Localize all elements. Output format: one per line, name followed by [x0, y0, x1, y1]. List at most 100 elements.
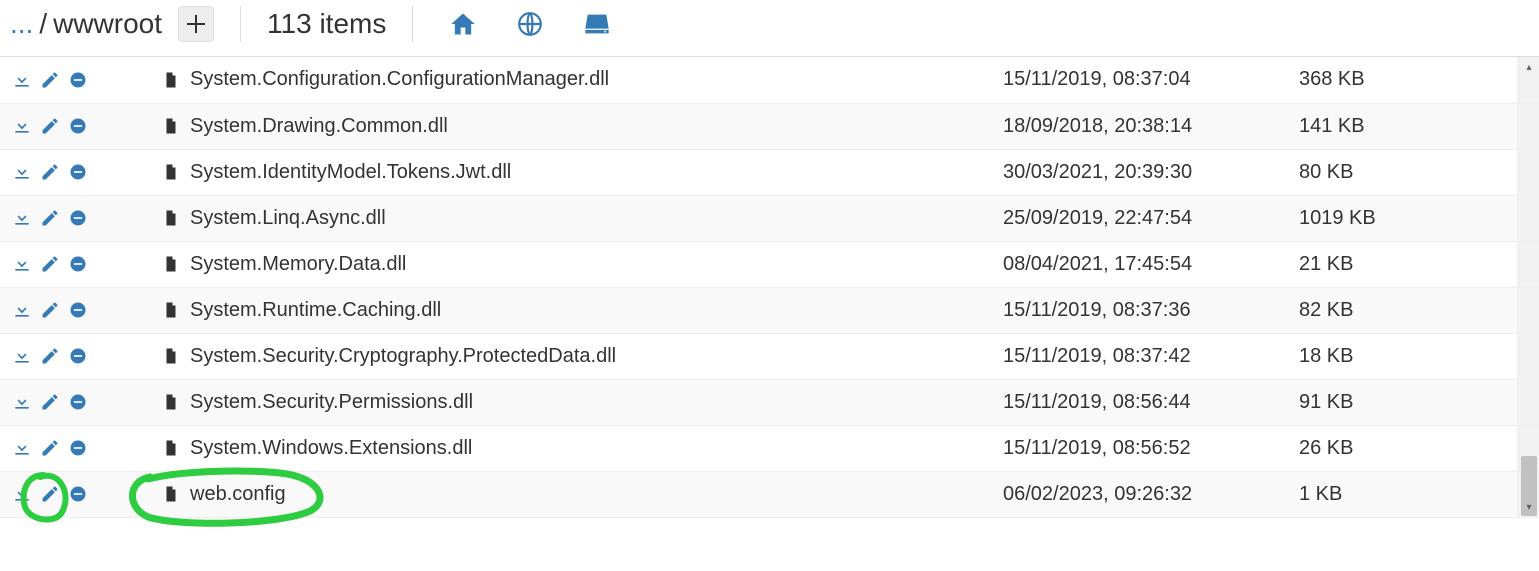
edit-icon[interactable]	[40, 484, 60, 504]
disk-icon[interactable]	[583, 10, 611, 38]
file-name: System.Windows.Extensions.dll	[190, 437, 472, 460]
file-date: 15/11/2019, 08:37:04	[991, 57, 1287, 103]
delete-icon[interactable]	[68, 438, 88, 458]
file-size: 141 KB	[1287, 103, 1517, 149]
divider	[412, 6, 413, 42]
scrollbar-track[interactable]	[1517, 195, 1539, 241]
download-icon[interactable]	[12, 438, 32, 458]
breadcrumb-folder[interactable]: wwwroot	[53, 8, 162, 40]
edit-icon[interactable]	[40, 254, 60, 274]
file-name: System.Drawing.Common.dll	[190, 115, 448, 138]
file-name: System.Security.Permissions.dll	[190, 391, 473, 414]
delete-icon[interactable]	[68, 116, 88, 136]
file-name: web.config	[190, 483, 286, 506]
file-icon	[162, 484, 180, 504]
table-row[interactable]: System.Memory.Data.dll 08/04/2021, 17:45:…	[0, 241, 1539, 287]
scrollbar-track[interactable]	[1517, 333, 1539, 379]
file-icon	[162, 70, 180, 90]
download-icon[interactable]	[12, 116, 32, 136]
edit-icon[interactable]	[40, 116, 60, 136]
file-size: 1019 KB	[1287, 195, 1517, 241]
delete-icon[interactable]	[68, 300, 88, 320]
delete-icon[interactable]	[68, 70, 88, 90]
table-row[interactable]: System.Configuration.ConfigurationManage…	[0, 57, 1539, 103]
scroll-up-arrow[interactable]: ▴	[1521, 59, 1537, 75]
file-name: System.Runtime.Caching.dll	[190, 299, 441, 322]
delete-icon[interactable]	[68, 208, 88, 228]
delete-icon[interactable]	[68, 392, 88, 412]
scroll-down-arrow[interactable]: ▾	[1521, 500, 1537, 516]
download-icon[interactable]	[12, 254, 32, 274]
divider	[240, 6, 241, 42]
file-icon	[162, 162, 180, 182]
scrollbar-track[interactable]	[1517, 379, 1539, 425]
delete-icon[interactable]	[68, 162, 88, 182]
file-date: 30/03/2021, 20:39:30	[991, 149, 1287, 195]
file-name: System.Linq.Async.dll	[190, 207, 386, 230]
file-icon	[162, 208, 180, 228]
table-row[interactable]: System.Runtime.Caching.dll 15/11/2019, 08…	[0, 287, 1539, 333]
table-row[interactable]: System.IdentityModel.Tokens.Jwt.dll 30/03…	[0, 149, 1539, 195]
file-date: 15/11/2019, 08:56:44	[991, 379, 1287, 425]
delete-icon[interactable]	[68, 346, 88, 366]
file-size: 26 KB	[1287, 425, 1517, 471]
download-icon[interactable]	[12, 162, 32, 182]
delete-icon[interactable]	[68, 484, 88, 504]
edit-icon[interactable]	[40, 392, 60, 412]
file-icon	[162, 346, 180, 366]
table-row[interactable]: web.config06/02/2023, 09:26:321 KB	[0, 471, 1539, 517]
breadcrumb-sep: /	[39, 8, 47, 40]
download-icon[interactable]	[12, 70, 32, 90]
item-count: 113 items	[267, 8, 386, 40]
edit-icon[interactable]	[40, 346, 60, 366]
scrollbar-track[interactable]	[1517, 287, 1539, 333]
file-date: 15/11/2019, 08:37:42	[991, 333, 1287, 379]
file-table: System.Configuration.ConfigurationManage…	[0, 57, 1539, 518]
download-icon[interactable]	[12, 392, 32, 412]
plus-icon	[187, 15, 205, 33]
file-date: 15/11/2019, 08:37:36	[991, 287, 1287, 333]
file-date: 18/09/2018, 20:38:14	[991, 103, 1287, 149]
file-size: 21 KB	[1287, 241, 1517, 287]
edit-icon[interactable]	[40, 438, 60, 458]
edit-icon[interactable]	[40, 162, 60, 182]
file-date: 06/02/2023, 09:26:32	[991, 471, 1287, 517]
file-icon	[162, 392, 180, 412]
breadcrumb: ... / wwwroot	[10, 8, 162, 40]
file-size: 82 KB	[1287, 287, 1517, 333]
table-row[interactable]: System.Security.Cryptography.ProtectedDa…	[0, 333, 1539, 379]
file-size: 18 KB	[1287, 333, 1517, 379]
file-date: 25/09/2019, 22:47:54	[991, 195, 1287, 241]
download-icon[interactable]	[12, 208, 32, 228]
add-button[interactable]	[178, 6, 214, 42]
file-icon	[162, 300, 180, 320]
home-icon[interactable]	[449, 10, 477, 38]
download-icon[interactable]	[12, 484, 32, 504]
globe-icon[interactable]	[517, 11, 543, 37]
file-icon	[162, 254, 180, 274]
table-row[interactable]: System.Linq.Async.dll 25/09/2019, 22:47:5…	[0, 195, 1539, 241]
delete-icon[interactable]	[68, 254, 88, 274]
scrollbar-track[interactable]	[1517, 241, 1539, 287]
table-row[interactable]: System.Drawing.Common.dll 18/09/2018, 20:…	[0, 103, 1539, 149]
edit-icon[interactable]	[40, 300, 60, 320]
file-name: System.Memory.Data.dll	[190, 253, 406, 276]
edit-icon[interactable]	[40, 70, 60, 90]
table-row[interactable]: System.Security.Permissions.dll 15/11/201…	[0, 379, 1539, 425]
edit-icon[interactable]	[40, 208, 60, 228]
file-name: System.IdentityModel.Tokens.Jwt.dll	[190, 161, 511, 184]
file-size: 80 KB	[1287, 149, 1517, 195]
file-size: 91 KB	[1287, 379, 1517, 425]
file-date: 15/11/2019, 08:56:52	[991, 425, 1287, 471]
file-icon	[162, 116, 180, 136]
file-icon	[162, 438, 180, 458]
download-icon[interactable]	[12, 300, 32, 320]
file-name: System.Configuration.ConfigurationManage…	[190, 68, 609, 91]
scrollbar-track[interactable]	[1517, 103, 1539, 149]
file-date: 08/04/2021, 17:45:54	[991, 241, 1287, 287]
download-icon[interactable]	[12, 346, 32, 366]
breadcrumb-parent[interactable]: ...	[10, 8, 33, 40]
scrollbar-track[interactable]	[1517, 149, 1539, 195]
file-name: System.Security.Cryptography.ProtectedDa…	[190, 345, 616, 368]
table-row[interactable]: System.Windows.Extensions.dll 15/11/2019,…	[0, 425, 1539, 471]
